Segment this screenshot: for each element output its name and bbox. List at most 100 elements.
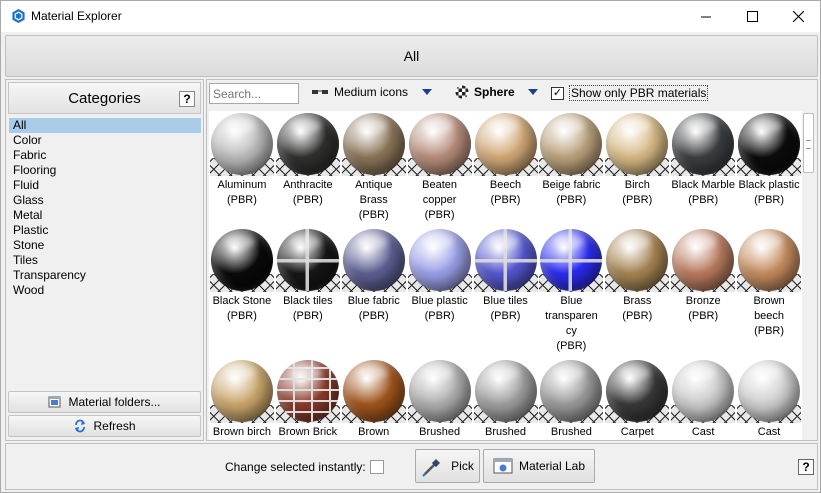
material-label: Carpet(PBR) bbox=[605, 423, 669, 440]
material-tag: (PBR) bbox=[556, 340, 587, 352]
current-category-header[interactable]: All bbox=[5, 35, 818, 77]
change-instantly-checkbox[interactable] bbox=[369, 460, 384, 474]
material-preview-sphere bbox=[671, 112, 736, 176]
material-preview-sphere bbox=[473, 228, 538, 292]
category-item[interactable]: Stone bbox=[9, 238, 201, 253]
pick-button[interactable]: Pick bbox=[415, 449, 480, 483]
material-folders-button[interactable]: Material folders... bbox=[8, 391, 201, 413]
close-button[interactable] bbox=[775, 1, 820, 32]
pick-label: Pick bbox=[451, 459, 474, 473]
material-label: Blue transparen cy (PBR) bbox=[539, 292, 603, 358]
material-item[interactable]: Brown Brick(PBR) bbox=[275, 358, 341, 440]
pbr-only-check[interactable]: ✓ bbox=[551, 86, 564, 100]
material-item[interactable]: Brushed steel(PBR) bbox=[538, 358, 604, 440]
material-explorer-window: Material Explorer All Categories ? All Co… bbox=[0, 0, 821, 493]
material-item[interactable]: Anthracite (PBR) bbox=[275, 111, 341, 227]
material-item[interactable]: Cast aluminum(PBR) bbox=[736, 358, 802, 440]
shape-dropdown[interactable]: Sphere bbox=[455, 85, 538, 99]
material-tag: (PBR) bbox=[358, 310, 389, 322]
material-name: Black Marble bbox=[671, 179, 735, 191]
category-item[interactable]: Plastic bbox=[9, 223, 201, 238]
glasses-icon bbox=[312, 90, 328, 94]
material-tag: (PBR) bbox=[688, 310, 719, 322]
pbr-only-checkbox[interactable]: ✓ Show only PBR materials bbox=[551, 85, 709, 101]
material-name: Carpet bbox=[620, 426, 654, 438]
category-item[interactable]: All bbox=[9, 118, 201, 133]
category-item[interactable]: Fluid bbox=[9, 178, 201, 193]
material-tag: (PBR) bbox=[292, 194, 323, 206]
view-size-dropdown[interactable]: Medium icons bbox=[311, 85, 433, 99]
material-name: Bronze bbox=[685, 295, 721, 307]
material-tag: (PBR) bbox=[226, 310, 257, 322]
material-item[interactable]: Brass (PBR) bbox=[604, 227, 670, 358]
refresh-button[interactable]: Refresh bbox=[8, 415, 201, 437]
material-label: Aluminum (PBR) bbox=[210, 176, 274, 212]
scrollbar-thumb[interactable] bbox=[803, 113, 814, 173]
material-name: Anthracite bbox=[283, 179, 333, 191]
material-item[interactable]: Brushed aluminum(PBR) bbox=[407, 358, 473, 440]
category-item[interactable]: Flooring bbox=[9, 163, 201, 178]
material-item[interactable]: Beech (PBR) bbox=[473, 111, 539, 227]
material-label: Birch (PBR) bbox=[605, 176, 669, 212]
material-preview-sphere bbox=[275, 359, 340, 423]
material-name: Brushed chrome bbox=[485, 426, 526, 438]
material-name: Beige fabric bbox=[542, 179, 601, 191]
category-item[interactable]: Transparency bbox=[9, 268, 201, 283]
material-tag: (PBR) bbox=[556, 194, 587, 206]
material-item[interactable]: Black Stone (PBR) bbox=[209, 227, 275, 358]
material-name: Blue tiles bbox=[483, 295, 528, 307]
minimize-icon bbox=[701, 16, 711, 17]
material-preview-sphere bbox=[605, 228, 670, 292]
minimize-button[interactable] bbox=[683, 1, 729, 32]
material-item[interactable]: Blue fabric (PBR) bbox=[341, 227, 407, 358]
material-preview-sphere bbox=[539, 112, 604, 176]
material-item[interactable]: Blue transparen cy (PBR) bbox=[538, 227, 604, 358]
material-label: Blue tiles (PBR) bbox=[474, 292, 538, 328]
material-lab-button[interactable]: Material Lab bbox=[483, 449, 595, 483]
material-item[interactable]: Brushed chrome(PBR) bbox=[473, 358, 539, 440]
material-item[interactable]: Beaten copper (PBR) bbox=[407, 111, 473, 227]
material-item[interactable]: Antique Brass (PBR) bbox=[341, 111, 407, 227]
chevron-down-icon bbox=[422, 89, 433, 95]
material-item[interactable]: Blue tiles (PBR) bbox=[473, 227, 539, 358]
category-item[interactable]: Glass bbox=[9, 193, 201, 208]
material-item[interactable]: Black tiles (PBR) bbox=[275, 227, 341, 358]
window-title: Material Explorer bbox=[31, 9, 122, 23]
categories-panel: Categories ? All Color Fabric Flooring Fluid… bbox=[5, 79, 204, 441]
material-item[interactable]: Cast Aluminium(PBR) bbox=[670, 358, 736, 440]
material-preview-sphere bbox=[605, 112, 670, 176]
material-item[interactable]: Beige fabric (PBR) bbox=[538, 111, 604, 227]
material-preview-sphere bbox=[341, 112, 406, 176]
change-instantly-option[interactable]: Change selected instantly: bbox=[225, 460, 384, 474]
search-input[interactable] bbox=[209, 83, 299, 104]
material-item[interactable]: Bronze (PBR) bbox=[670, 227, 736, 358]
material-item[interactable]: Brown birch(PBR) bbox=[209, 358, 275, 440]
material-item[interactable]: Brown plastic(PBR) bbox=[341, 358, 407, 440]
material-label: Brown Brick(PBR) bbox=[276, 423, 340, 440]
material-tag: (PBR) bbox=[292, 310, 323, 322]
material-label: Brushed aluminum(PBR) bbox=[408, 423, 472, 440]
material-label: Brushed chrome(PBR) bbox=[474, 423, 538, 440]
categories-title: Categories bbox=[68, 89, 141, 107]
material-item[interactable]: Aluminum (PBR) bbox=[209, 111, 275, 227]
material-item[interactable]: Birch (PBR) bbox=[604, 111, 670, 227]
material-item[interactable]: Carpet(PBR) bbox=[604, 358, 670, 440]
material-label: Cast aluminum(PBR) bbox=[737, 423, 801, 440]
category-item[interactable]: Wood bbox=[9, 283, 201, 298]
material-label: Blue plastic (PBR) bbox=[408, 292, 472, 328]
vertical-scrollbar[interactable] bbox=[802, 111, 815, 440]
category-item[interactable]: Color bbox=[9, 133, 201, 148]
materials-grid: Aluminum (PBR) Anthracite (PBR) Antique Bras… bbox=[209, 111, 802, 440]
material-item[interactable]: Black Marble (PBR) bbox=[670, 111, 736, 227]
material-item[interactable]: Brown beech (PBR) bbox=[736, 227, 802, 358]
material-name: Brushed steel bbox=[550, 426, 592, 438]
material-label: Brushed steel(PBR) bbox=[539, 423, 603, 440]
category-item[interactable]: Metal bbox=[9, 208, 201, 223]
category-item[interactable]: Tiles bbox=[9, 253, 201, 268]
categories-help-button[interactable]: ? bbox=[179, 91, 195, 107]
material-item[interactable]: Black plastic (PBR) bbox=[736, 111, 802, 227]
material-item[interactable]: Blue plastic (PBR) bbox=[407, 227, 473, 358]
category-item[interactable]: Fabric bbox=[9, 148, 201, 163]
help-button[interactable]: ? bbox=[798, 459, 814, 475]
maximize-button[interactable] bbox=[729, 1, 775, 32]
